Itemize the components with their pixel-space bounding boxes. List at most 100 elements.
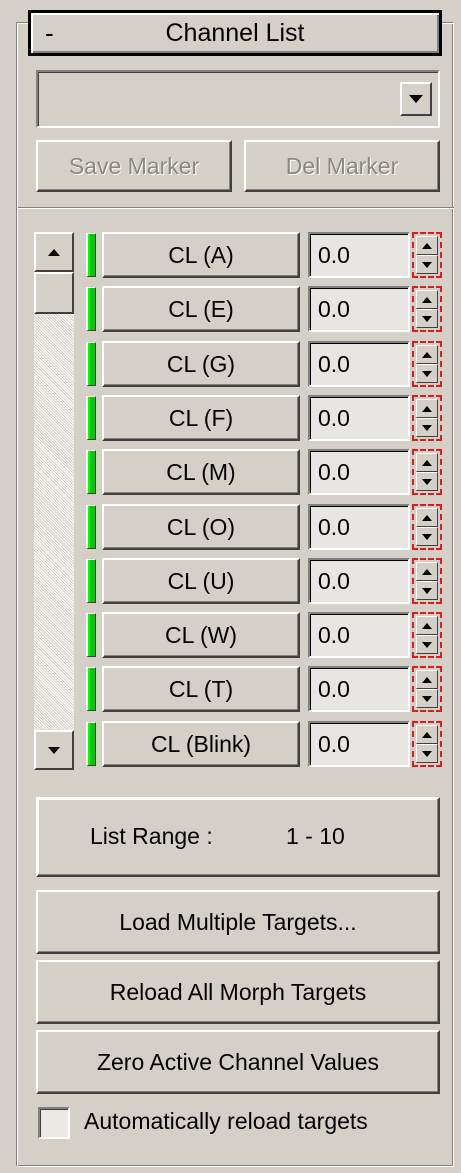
channel-value-input[interactable]: 0.0 [308, 558, 410, 604]
arrow-down-icon [422, 695, 432, 702]
rollout-title: Channel List [165, 19, 305, 47]
spinner-up-button[interactable] [416, 399, 438, 418]
zero-active-channel-values-button[interactable]: Zero Active Channel Values [36, 1030, 440, 1094]
channel-button[interactable]: CL (W) [102, 612, 300, 658]
rollout-header[interactable]: - Channel List [28, 10, 442, 56]
channel-active-indicator [86, 287, 96, 331]
channel-value-spinner[interactable] [412, 341, 442, 387]
channel-label: CL (Blink) [150, 730, 252, 757]
channel-value-spinner[interactable] [412, 558, 442, 604]
spinner-down-button[interactable] [416, 418, 438, 437]
zero-active-channel-values-label: Zero Active Channel Values [96, 1048, 380, 1075]
spinner-up-button[interactable] [416, 670, 438, 689]
channel-label: CL (T) [168, 675, 234, 702]
channel-value-input[interactable]: 0.0 [308, 504, 410, 550]
spinner-down-button[interactable] [416, 581, 438, 600]
spinner-down-button[interactable] [416, 635, 438, 654]
arrow-down-icon [422, 478, 432, 485]
delete-marker-label: Del Marker [285, 152, 399, 179]
channel-value-spinner[interactable] [412, 395, 442, 441]
channel-value-input[interactable]: 0.0 [308, 286, 410, 332]
channel-value-spinner[interactable] [412, 286, 442, 332]
channel-active-indicator [86, 613, 96, 657]
arrow-down-icon [422, 533, 432, 540]
channel-value-spinner[interactable] [412, 721, 442, 767]
arrow-up-icon [422, 568, 432, 575]
list-range-box: List Range : 1 - 10 [36, 797, 440, 877]
channel-value-input[interactable]: 0.0 [308, 341, 410, 387]
channel-active-indicator [86, 233, 96, 277]
reload-all-morph-targets-button[interactable]: Reload All Morph Targets [36, 960, 440, 1024]
arrow-up-icon [422, 405, 432, 412]
spinner-down-button[interactable] [416, 255, 438, 274]
spinner-down-button[interactable] [416, 527, 438, 546]
spinner-up-button[interactable] [416, 725, 438, 744]
channel-label: CL (U) [167, 567, 235, 594]
channel-value-spinner[interactable] [412, 612, 442, 658]
spinner-up-button[interactable] [416, 508, 438, 527]
chevron-down-icon [409, 95, 423, 103]
delete-marker-button[interactable]: Del Marker [244, 140, 440, 192]
save-marker-label: Save Marker [68, 152, 200, 179]
auto-reload-label: Automatically reload targets [84, 1108, 368, 1134]
arrow-down-icon [422, 424, 432, 431]
dropdown-arrow-button[interactable] [400, 82, 432, 116]
marker-dropdown[interactable] [36, 70, 440, 128]
channel-button[interactable]: CL (Blink) [102, 721, 300, 767]
channel-button[interactable]: CL (E) [102, 286, 300, 332]
arrow-down-icon [422, 587, 432, 594]
channel-button[interactable]: CL (U) [102, 558, 300, 604]
channel-value-input[interactable]: 0.0 [308, 666, 410, 712]
channel-button[interactable]: CL (A) [102, 232, 300, 278]
spinner-down-button[interactable] [416, 364, 438, 383]
spinner-up-button[interactable] [416, 616, 438, 635]
arrow-up-icon [422, 351, 432, 358]
channel-row: CL (W) 0.0 [0, 610, 461, 660]
channel-button[interactable]: CL (M) [102, 449, 300, 495]
arrow-down-icon [422, 750, 432, 757]
channel-button[interactable]: CL (F) [102, 395, 300, 441]
channel-active-indicator [86, 450, 96, 494]
spinner-down-button[interactable] [416, 472, 438, 491]
channel-value-input[interactable]: 0.0 [308, 232, 410, 278]
channel-value-spinner[interactable] [412, 666, 442, 712]
channel-value-input[interactable]: 0.0 [308, 721, 410, 767]
arrow-up-icon [422, 514, 432, 521]
channel-row: CL (Blink) 0.0 [0, 719, 461, 769]
channel-button[interactable]: CL (G) [102, 341, 300, 387]
spinner-up-button[interactable] [416, 290, 438, 309]
channel-row: CL (A) 0.0 [0, 230, 461, 280]
channel-value-spinner[interactable] [412, 232, 442, 278]
channel-value-spinner[interactable] [412, 449, 442, 495]
channel-value-input[interactable]: 0.0 [308, 612, 410, 658]
spinner-up-button[interactable] [416, 345, 438, 364]
spinner-up-button[interactable] [416, 453, 438, 472]
spinner-down-button[interactable] [416, 309, 438, 328]
channel-button[interactable]: CL (T) [102, 666, 300, 712]
channel-row: CL (U) 0.0 [0, 556, 461, 606]
list-range-label: List Range : [90, 823, 213, 849]
channel-label: CL (O) [166, 513, 236, 540]
channel-button[interactable]: CL (O) [102, 504, 300, 550]
auto-reload-checkbox[interactable] [38, 1107, 70, 1139]
spinner-down-button[interactable] [416, 744, 438, 763]
save-marker-button[interactable]: Save Marker [36, 140, 232, 192]
arrow-up-icon [422, 242, 432, 249]
load-multiple-targets-label: Load Multiple Targets... [119, 908, 357, 935]
arrow-down-icon [422, 641, 432, 648]
spinner-up-button[interactable] [416, 236, 438, 255]
spinner-up-button[interactable] [416, 562, 438, 581]
channel-row: CL (E) 0.0 [0, 284, 461, 334]
arrow-up-icon [422, 676, 432, 683]
load-multiple-targets-button[interactable]: Load Multiple Targets... [36, 890, 440, 954]
arrow-down-icon [422, 261, 432, 268]
channel-value-input[interactable]: 0.0 [308, 449, 410, 495]
channel-row: CL (O) 0.0 [0, 502, 461, 552]
spinner-down-button[interactable] [416, 689, 438, 708]
channel-value-spinner[interactable] [412, 504, 442, 550]
channel-active-indicator [86, 342, 96, 386]
arrow-up-icon [422, 459, 432, 466]
arrow-down-icon [422, 315, 432, 322]
channel-value-input[interactable]: 0.0 [308, 395, 410, 441]
separator [18, 207, 454, 209]
